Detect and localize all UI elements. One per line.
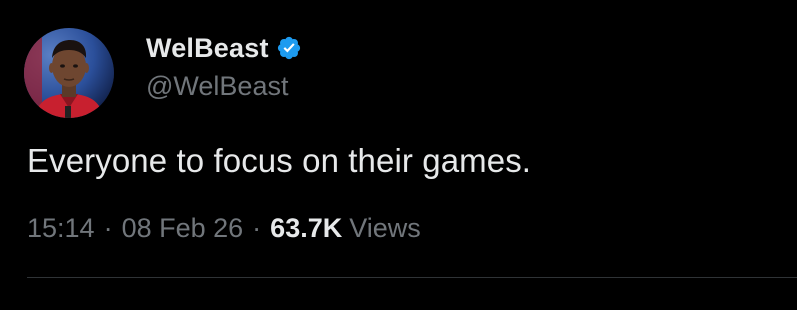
name-row: WelBeast bbox=[146, 30, 302, 66]
views-label: Views bbox=[349, 213, 421, 243]
profile-photo-icon bbox=[24, 28, 114, 118]
views-count[interactable]: 63.7K bbox=[270, 213, 342, 244]
tweet-time[interactable]: 15:14 bbox=[27, 213, 95, 244]
avatar[interactable] bbox=[24, 28, 114, 118]
meta-separator: · bbox=[252, 213, 262, 243]
display-name[interactable]: WelBeast bbox=[146, 33, 269, 64]
verified-badge-icon[interactable] bbox=[276, 35, 302, 61]
meta-separator: · bbox=[103, 213, 113, 243]
author-block: WelBeast @WelBeast bbox=[146, 30, 302, 102]
tweet-date[interactable]: 08 Feb 26 bbox=[122, 213, 244, 244]
divider bbox=[27, 277, 797, 278]
tweet-text: Everyone to focus on their games. bbox=[27, 142, 532, 179]
user-handle[interactable]: @WelBeast bbox=[146, 71, 302, 102]
tweet-meta: 15:14 · 08 Feb 26 · 63.7K Views bbox=[27, 213, 421, 244]
tweet-card: WelBeast @WelBeast Everyone to focus on … bbox=[0, 0, 797, 310]
